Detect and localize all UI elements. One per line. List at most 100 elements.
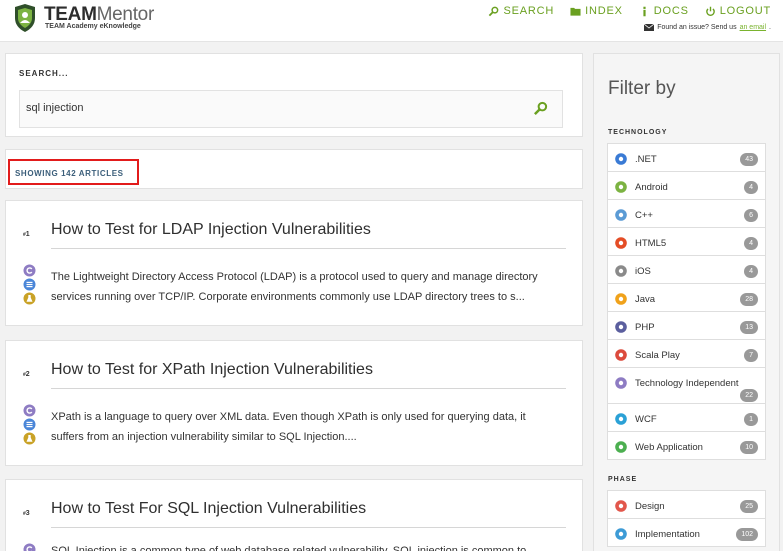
filter-item-label: Design bbox=[635, 501, 665, 512]
filter-item-count: 13 bbox=[740, 321, 758, 334]
filter-item-label: iOS bbox=[635, 266, 651, 277]
filter-item[interactable]: .NET 43 bbox=[607, 143, 766, 172]
filter-item[interactable]: C++ 6 bbox=[607, 199, 766, 228]
results-summary-panel: SHOWING 142 ARTICLES bbox=[5, 149, 583, 189]
technology-independent-icon[interactable] bbox=[23, 543, 36, 551]
web-application-icon bbox=[615, 441, 627, 453]
search-panel: SEARCH... sql injection bbox=[5, 53, 583, 137]
filter-item-label: .NET bbox=[635, 154, 657, 165]
filter-item-count: 43 bbox=[740, 153, 758, 166]
nav-docs[interactable]: DOCS bbox=[639, 5, 689, 17]
team-mentor-logo[interactable] bbox=[13, 4, 37, 32]
filter-item[interactable]: Web Application 10 bbox=[607, 431, 766, 460]
filter-item-count: 22 bbox=[740, 389, 758, 402]
design-icon bbox=[615, 500, 627, 512]
filter-item-count: 102 bbox=[736, 528, 758, 541]
filter-item-count: 4 bbox=[744, 237, 758, 250]
nav-search-label: SEARCH bbox=[503, 5, 555, 17]
php-icon bbox=[615, 321, 627, 333]
scala-icon bbox=[615, 349, 627, 361]
article-divider bbox=[51, 388, 566, 389]
article-description: XPath is a language to query over XML da… bbox=[51, 411, 526, 443]
search-input[interactable]: sql injection bbox=[19, 90, 563, 128]
filter-title: Filter by bbox=[608, 78, 676, 99]
nav-index-label: INDEX bbox=[585, 5, 623, 17]
article-description: SQL Injection is a common type of web da… bbox=[51, 545, 527, 551]
filter-item-count: 1 bbox=[744, 413, 758, 426]
issue-notice: Found an issue? Send us an email. bbox=[644, 24, 771, 31]
filter-item[interactable]: iOS 4 bbox=[607, 255, 766, 284]
filter-item-count: 25 bbox=[740, 500, 758, 513]
filter-item[interactable]: Scala Play 7 bbox=[607, 339, 766, 368]
filter-item-count: 10 bbox=[740, 441, 758, 454]
nav-index[interactable]: INDEX bbox=[570, 5, 623, 17]
technology-independent-icon[interactable] bbox=[23, 264, 36, 277]
article-title[interactable]: How to Test for XPath Injection Vulnerab… bbox=[51, 361, 373, 379]
article-divider bbox=[51, 248, 566, 249]
article-number: #1 bbox=[23, 231, 30, 238]
list-type-icon[interactable] bbox=[23, 278, 36, 291]
filter-item[interactable]: HTML5 4 bbox=[607, 227, 766, 256]
info-icon bbox=[643, 6, 646, 16]
article-title[interactable]: How to Test For SQL Injection Vulnerabil… bbox=[51, 500, 366, 518]
article-divider bbox=[51, 527, 566, 528]
filter-sidebar: Filter by TECHNOLOGY .NET 43 Android 4 C++ 6 H… bbox=[593, 53, 780, 551]
article-card: #2 How to Test for XPath Injection Vulne… bbox=[5, 340, 583, 466]
testing-flask-icon[interactable] bbox=[23, 432, 36, 445]
technology-independent-icon bbox=[615, 377, 627, 389]
search-icon bbox=[489, 6, 499, 16]
testing-flask-icon[interactable] bbox=[23, 292, 36, 305]
filter-item[interactable]: PHP 13 bbox=[607, 311, 766, 340]
article-card: #1 How to Test for LDAP Injection Vulner… bbox=[5, 200, 583, 326]
wcf-icon bbox=[615, 413, 627, 425]
filter-item-label: Scala Play bbox=[635, 350, 680, 361]
article-card: #3 How to Test For SQL Injection Vulnera… bbox=[5, 479, 583, 551]
filter-item-count: 4 bbox=[744, 181, 758, 194]
nav-search[interactable]: SEARCH bbox=[488, 5, 554, 17]
results-count-highlight: SHOWING 142 ARTICLES bbox=[8, 159, 139, 185]
main-nav: SEARCH INDEX DOCS LOGOUT bbox=[488, 5, 771, 17]
filter-item[interactable]: Implementation 102 bbox=[607, 518, 766, 547]
filter-item-label: HTML5 bbox=[635, 238, 667, 249]
article-title[interactable]: How to Test for LDAP Injection Vulnerabi… bbox=[51, 221, 371, 239]
list-type-icon[interactable] bbox=[23, 418, 36, 431]
filter-item-label: WCF bbox=[635, 414, 657, 425]
android-icon bbox=[615, 181, 627, 193]
filter-item[interactable]: Android 4 bbox=[607, 171, 766, 200]
filter-item-count: 4 bbox=[744, 265, 758, 278]
filter-item-label: C++ bbox=[635, 210, 653, 221]
article-description: The Lightweight Directory Access Protoco… bbox=[51, 271, 538, 303]
filter-item[interactable]: Java 28 bbox=[607, 283, 766, 312]
article-tags bbox=[23, 404, 36, 445]
filter-item[interactable]: WCF 1 bbox=[607, 403, 766, 432]
phase-filter-list: Design 25 Implementation 102 bbox=[607, 490, 766, 547]
nav-logout-label: LOGOUT bbox=[719, 5, 771, 17]
power-icon bbox=[705, 6, 715, 16]
filter-item-label: PHP bbox=[635, 322, 655, 333]
issue-end: . bbox=[769, 24, 771, 31]
filter-item[interactable]: Technology Independent 22 bbox=[607, 367, 766, 404]
filter-item-label: Android bbox=[635, 182, 668, 193]
filter-item[interactable]: Design 25 bbox=[607, 490, 766, 519]
folder-icon bbox=[570, 7, 581, 16]
technology-group-label: TECHNOLOGY bbox=[608, 129, 668, 136]
search-submit-icon[interactable] bbox=[533, 101, 548, 116]
implementation-icon bbox=[615, 528, 627, 540]
dotnet-icon bbox=[615, 153, 627, 165]
filter-item-label: Technology Independent bbox=[635, 378, 739, 389]
article-tags bbox=[23, 264, 36, 305]
article-tags bbox=[23, 543, 36, 551]
technology-independent-icon[interactable] bbox=[23, 404, 36, 417]
filter-item-count: 7 bbox=[744, 349, 758, 362]
filter-item-label: Implementation bbox=[635, 529, 700, 540]
envelope-icon bbox=[644, 24, 655, 31]
filter-item-label: Java bbox=[635, 294, 656, 305]
filter-item-count: 28 bbox=[740, 293, 758, 306]
issue-email-link[interactable]: an email bbox=[740, 24, 766, 31]
filter-item-count: 6 bbox=[744, 209, 758, 222]
article-number: #3 bbox=[23, 510, 30, 517]
brand-tagline: TEAM Academy eKnowledge bbox=[45, 23, 141, 30]
java-icon bbox=[615, 293, 627, 305]
nav-docs-label: DOCS bbox=[653, 5, 689, 17]
nav-logout[interactable]: LOGOUT bbox=[705, 5, 771, 17]
